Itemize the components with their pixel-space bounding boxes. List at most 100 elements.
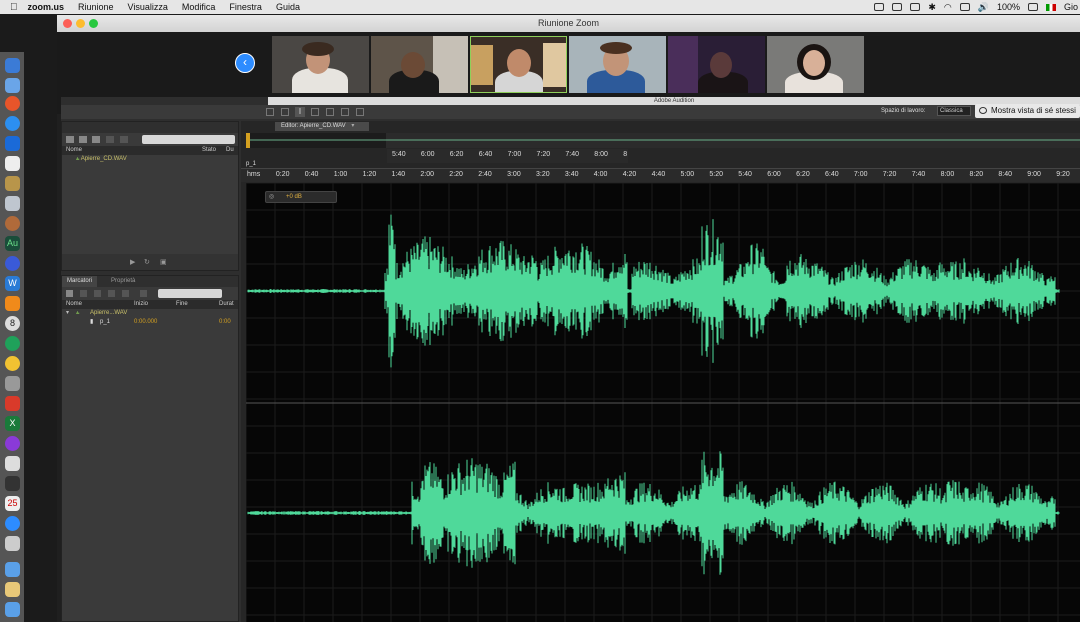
- screen-icon[interactable]: [892, 3, 903, 11]
- time-ruler[interactable]: hms 0:20 0:40 1:00 1:20 1:40 2:00 2:20 2:40 3:00 3…: [241, 168, 1080, 182]
- calendar-icon[interactable]: 25: [5, 496, 20, 511]
- bluetooth-icon[interactable]: ✱: [928, 2, 936, 13]
- word-icon[interactable]: W: [5, 276, 20, 291]
- workspace-select[interactable]: Classica: [937, 106, 971, 116]
- participant-video-2[interactable]: [371, 36, 468, 93]
- col-duration[interactable]: Du: [226, 146, 234, 155]
- chrome-icon[interactable]: [5, 356, 20, 371]
- select-tool-icon[interactable]: [281, 108, 289, 116]
- col-marker-name[interactable]: Nome: [66, 300, 82, 309]
- time-selection-tool-icon[interactable]: I: [295, 107, 305, 117]
- tab-properties[interactable]: Proprietà: [106, 276, 140, 287]
- open-file-icon[interactable]: [66, 136, 74, 143]
- minimize-icon[interactable]: [76, 19, 85, 28]
- menu-visualizza[interactable]: Visualizza: [128, 2, 168, 12]
- files-search-input[interactable]: [142, 135, 235, 144]
- play-icon[interactable]: ▶: [130, 258, 135, 266]
- close-icon[interactable]: [63, 19, 72, 28]
- loop-icon[interactable]: ↻: [144, 258, 150, 266]
- menu-guida[interactable]: Guida: [276, 2, 300, 12]
- folder-icon[interactable]: [5, 562, 20, 577]
- preview-icon[interactable]: [5, 78, 20, 93]
- apple-icon[interactable]: : [10, 2, 18, 13]
- markers-search-input[interactable]: [158, 289, 222, 298]
- participant-video-6[interactable]: [767, 36, 864, 93]
- flag-icon[interactable]: [1045, 3, 1056, 11]
- safari-icon[interactable]: [5, 116, 20, 131]
- file-row[interactable]: ⫨ Apierre_CD.WAV: [62, 155, 238, 164]
- vlc-icon[interactable]: [5, 296, 20, 311]
- tab-markers[interactable]: Marcatori: [62, 276, 98, 287]
- editor-tab[interactable]: Editor: Apierre_CD.WAV ▾: [275, 122, 369, 131]
- previous-page-button[interactable]: ‹: [235, 53, 255, 73]
- photo-app-icon[interactable]: [5, 216, 20, 231]
- remove-marker-icon[interactable]: [80, 290, 87, 297]
- spotify-icon[interactable]: [5, 336, 20, 351]
- time-machine-icon[interactable]: [910, 3, 921, 11]
- firefox-icon[interactable]: [5, 96, 20, 111]
- marker-row[interactable]: ▮ p_1 0:00.000 0:00: [62, 318, 238, 327]
- marker-group-row[interactable]: ▾ ⫨ Apierre...WAV: [62, 309, 238, 318]
- lasso-tool-icon[interactable]: [326, 108, 334, 116]
- new-file-icon[interactable]: [92, 136, 100, 143]
- zoom-tray-icon[interactable]: [874, 3, 885, 11]
- expand-triangle-icon[interactable]: ▾: [66, 309, 69, 318]
- marquee-tool-icon[interactable]: [311, 108, 319, 116]
- col-end[interactable]: Fine: [176, 300, 188, 309]
- marker-start[interactable]: 0:00.000: [134, 318, 157, 327]
- notes-icon[interactable]: [5, 176, 20, 191]
- battery-icon[interactable]: [1027, 3, 1038, 11]
- batch-icon[interactable]: [140, 290, 147, 297]
- participant-video-5[interactable]: [668, 36, 765, 93]
- participant-video-1[interactable]: [272, 36, 369, 93]
- bluetooth-app-icon[interactable]: [5, 136, 20, 151]
- add-marker-icon[interactable]: [66, 290, 73, 297]
- finder-icon[interactable]: [5, 58, 20, 73]
- app-8-icon[interactable]: 8: [5, 316, 20, 331]
- downloads-icon[interactable]: [5, 602, 20, 617]
- chevron-down-icon[interactable]: ▾: [351, 123, 354, 129]
- participant-video-3[interactable]: [470, 36, 567, 93]
- marker-duration[interactable]: 0:00: [219, 318, 231, 327]
- textedit-icon[interactable]: [5, 156, 20, 171]
- waveform-display[interactable]: ◎ +0 dB: [246, 183, 1080, 622]
- participant-video-4[interactable]: [569, 36, 666, 93]
- itunes-icon[interactable]: [5, 456, 20, 471]
- xcode-icon[interactable]: [5, 196, 20, 211]
- col-status[interactable]: Stato: [202, 146, 216, 155]
- audition-icon[interactable]: Au: [5, 236, 20, 251]
- wifi-icon[interactable]: ◠: [944, 2, 952, 13]
- show-self-view-button[interactable]: Mostra vista di sé stessi: [975, 104, 1080, 118]
- menu-modifica[interactable]: Modifica: [182, 2, 216, 12]
- volume-icon[interactable]: 🔊: [978, 2, 989, 13]
- menu-riunione[interactable]: Riunione: [78, 2, 114, 12]
- col-marker-duration[interactable]: Durat: [219, 300, 234, 309]
- gain-knob-icon[interactable]: ◎: [269, 192, 274, 203]
- archive-icon[interactable]: [5, 582, 20, 597]
- marker-label[interactable]: p_1: [246, 161, 256, 167]
- export-marker-icon[interactable]: [108, 290, 115, 297]
- overview-bar[interactable]: [246, 133, 1080, 148]
- zoom-dock-icon[interactable]: [5, 516, 20, 531]
- brush-tool-icon[interactable]: [341, 108, 349, 116]
- calendar-app-icon[interactable]: [5, 476, 20, 491]
- maximize-icon[interactable]: [89, 19, 98, 28]
- airplay-icon[interactable]: [959, 3, 970, 11]
- col-start[interactable]: Inizio: [134, 300, 148, 309]
- insert-icon[interactable]: [106, 136, 114, 143]
- playlist-icon[interactable]: [122, 290, 129, 297]
- menu-finestra[interactable]: Finestra: [229, 2, 262, 12]
- import-file-icon[interactable]: [79, 136, 87, 143]
- user-name[interactable]: Gio: [1064, 2, 1078, 12]
- autoplay-icon[interactable]: ▣: [160, 258, 167, 266]
- pdf-icon[interactable]: [5, 396, 20, 411]
- gain-hud[interactable]: ◎ +0 dB: [265, 191, 337, 203]
- teams-icon[interactable]: [5, 436, 20, 451]
- col-name[interactable]: Nome: [66, 146, 82, 155]
- menu-app-name[interactable]: zoom.us: [28, 2, 65, 12]
- app-scanner-icon[interactable]: [5, 536, 20, 551]
- app-stack-icon[interactable]: [5, 376, 20, 391]
- healing-tool-icon[interactable]: [356, 108, 364, 116]
- delete-file-icon[interactable]: [120, 136, 128, 143]
- move-tool-icon[interactable]: [266, 108, 274, 116]
